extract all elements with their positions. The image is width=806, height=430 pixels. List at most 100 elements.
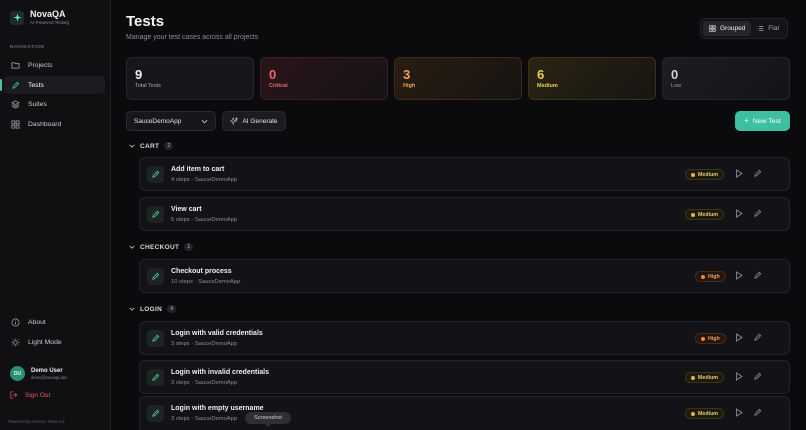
- ai-generate-button[interactable]: AI Generate: [222, 111, 286, 131]
- test-meta: 10 steps · SauceDemoApp: [171, 279, 240, 285]
- priority-dot: [701, 274, 705, 279]
- sidebar-item-projects[interactable]: Projects: [4, 56, 105, 74]
- stat-medium: 6 Medium: [528, 57, 656, 100]
- pencil-icon: [147, 369, 164, 386]
- page-subtitle: Manage your test cases across all projec…: [126, 34, 259, 41]
- sidebar-item-label: About: [28, 318, 46, 326]
- priority-dot: [691, 375, 695, 380]
- priority-label: High: [708, 273, 720, 280]
- play-icon[interactable]: [735, 408, 743, 417]
- pencil-icon: [147, 206, 164, 223]
- priority-badge: High: [695, 271, 726, 282]
- brand[interactable]: NovaQA AI-Powered Testing: [10, 9, 69, 26]
- chevron-down-icon: [129, 144, 135, 148]
- sign-out-label: Sign Out: [25, 391, 51, 399]
- test-meta: 3 steps · SauceDemoApp: [171, 341, 237, 347]
- stat-value: 0: [671, 67, 679, 82]
- edit-icon[interactable]: [753, 372, 762, 381]
- test-steps: 5 steps: [171, 217, 190, 223]
- group-count: 1: [184, 243, 194, 251]
- test-card[interactable]: Login with empty username 3 steps · Sauc…: [139, 396, 790, 430]
- flat-view-button[interactable]: Flat: [751, 21, 785, 36]
- grouped-label: Grouped: [720, 25, 746, 32]
- new-test-button[interactable]: + New Test: [735, 111, 790, 131]
- stat-label: Medium: [537, 83, 558, 89]
- stat-value: 6: [537, 67, 545, 82]
- folder-icon: [10, 60, 20, 70]
- test-project: SauceDemoApp: [194, 416, 238, 422]
- priority-dot: [691, 212, 695, 217]
- stat-label: Low: [671, 83, 682, 89]
- test-card[interactable]: Add item to cart 4 steps · SauceDemoApp …: [139, 157, 790, 191]
- priority-badge: Medium: [685, 169, 725, 180]
- screenshot-tooltip: Screenshot: [245, 412, 291, 427]
- sidebar-item-about[interactable]: About: [4, 313, 105, 331]
- avatar: DU: [10, 366, 25, 381]
- project-select-value: SauceDemoApp: [134, 117, 182, 125]
- edit-icon[interactable]: [753, 169, 762, 178]
- group-header-login[interactable]: LOGIN 4: [129, 305, 177, 313]
- priority-badge: High: [695, 333, 726, 344]
- pencil-icon: [147, 405, 164, 422]
- sign-out-button[interactable]: Sign Out: [10, 391, 50, 399]
- grid-icon: [709, 25, 716, 32]
- priority-label: High: [708, 335, 720, 342]
- sidebar-item-label: Projects: [28, 61, 53, 69]
- test-card[interactable]: Checkout process 10 steps · SauceDemoApp…: [139, 259, 790, 293]
- sidebar-item-dashboard[interactable]: Dashboard: [4, 115, 105, 133]
- ai-generate-label: AI Generate: [242, 117, 278, 125]
- main-content: Tests Manage your test cases across all …: [112, 0, 806, 430]
- test-card[interactable]: Login with valid credentials 3 steps · S…: [139, 321, 790, 355]
- edit-icon[interactable]: [753, 271, 762, 280]
- test-steps: 3 steps: [171, 380, 190, 386]
- group-header-cart[interactable]: CART 2: [129, 142, 174, 150]
- play-icon[interactable]: [735, 372, 743, 381]
- brand-tagline: AI-Powered Testing: [30, 20, 69, 25]
- edit-icon[interactable]: [753, 408, 762, 417]
- light-mode-toggle[interactable]: Light Mode: [4, 333, 105, 351]
- logo-icon: [10, 10, 24, 25]
- sidebar-item-label: Dashboard: [28, 120, 62, 128]
- test-steps: 4 steps: [171, 177, 190, 183]
- sidebar-item-tests[interactable]: Tests: [0, 76, 105, 94]
- priority-dot: [691, 172, 695, 177]
- user-profile[interactable]: DU Demo User demo@novaqa.dev: [10, 366, 67, 381]
- sun-icon: [10, 337, 20, 347]
- separator: ·: [191, 177, 194, 183]
- priority-badge: Medium: [685, 209, 725, 220]
- priority-dot: [691, 411, 695, 416]
- test-steps: 3 steps: [171, 341, 190, 347]
- stat-value: 3: [403, 67, 411, 82]
- play-icon[interactable]: [735, 271, 743, 280]
- edit-icon[interactable]: [753, 209, 762, 218]
- test-meta: 3 steps · SauceDemoApp: [171, 416, 237, 422]
- stat-critical: 0 Critical: [260, 57, 388, 100]
- separator: ·: [191, 217, 194, 223]
- test-meta: 4 steps · SauceDemoApp: [171, 177, 237, 183]
- plus-icon: +: [744, 116, 749, 125]
- separator: ·: [191, 416, 194, 422]
- play-icon[interactable]: [735, 333, 743, 342]
- project-select[interactable]: SauceDemoApp: [126, 111, 216, 131]
- test-card[interactable]: View cart 5 steps · SauceDemoApp Medium: [139, 197, 790, 231]
- view-toggle: Grouped Flat: [700, 18, 789, 39]
- sidebar-item-suites[interactable]: Suites: [4, 95, 105, 113]
- sidebar-item-label: Light Mode: [28, 338, 62, 346]
- logout-icon: [10, 391, 18, 399]
- sidebar-item-label: Suites: [28, 100, 47, 108]
- chevron-down-icon: [129, 245, 135, 249]
- stat-high: 3 High: [394, 57, 522, 100]
- test-card[interactable]: Login with invalid credentials 3 steps ·…: [139, 360, 790, 394]
- separator: ·: [191, 380, 194, 386]
- grouped-view-button[interactable]: Grouped: [703, 21, 752, 36]
- play-icon[interactable]: [735, 209, 743, 218]
- priority-label: Medium: [698, 171, 719, 178]
- pencil-icon: [147, 166, 164, 183]
- play-icon[interactable]: [735, 169, 743, 178]
- group-name: CHECKOUT: [140, 243, 180, 251]
- stat-total: 9 Total Tests: [126, 57, 254, 100]
- group-header-checkout[interactable]: CHECKOUT 1: [129, 243, 194, 251]
- edit-icon[interactable]: [753, 333, 762, 342]
- stat-value: 9: [135, 67, 143, 82]
- test-meta: 3 steps · SauceDemoApp: [171, 380, 237, 386]
